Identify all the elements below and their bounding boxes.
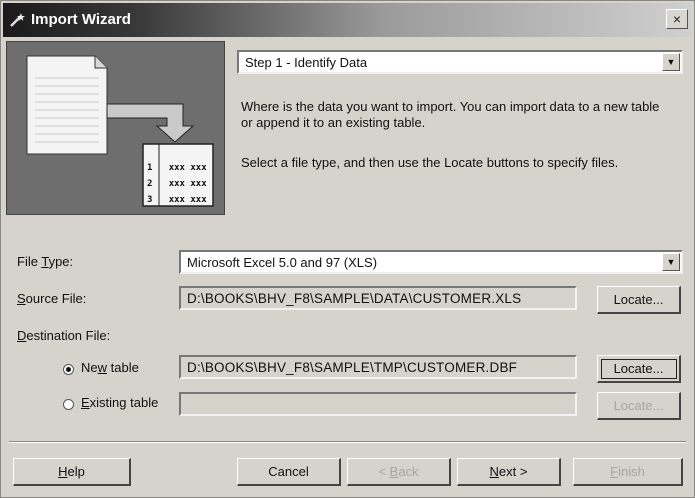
label-accelerator: w — [97, 360, 108, 375]
instructions-paragraph-1: Where is the data you want to import. Yo… — [241, 99, 660, 130]
label-part: xisting table — [89, 395, 159, 410]
destination-file-label: Destination File: — [17, 328, 110, 343]
label-part: estination File: — [26, 328, 111, 343]
label-part: ource File: — [25, 291, 87, 306]
label-accelerator: E — [81, 395, 90, 410]
label-part: elp — [67, 464, 85, 479]
label-part: File — [17, 254, 42, 269]
label-part: Ne — [81, 360, 98, 375]
row-number: 3 — [147, 195, 153, 205]
next-button[interactable]: Next > — [457, 458, 561, 486]
chevron-down-icon[interactable]: ▼ — [662, 53, 680, 71]
close-button[interactable]: × — [666, 9, 688, 29]
label-accelerator: N — [489, 464, 499, 479]
label-accelerator: S — [17, 291, 26, 306]
label-part: < — [378, 464, 390, 479]
help-button[interactable]: Help — [13, 458, 131, 486]
illustration-row: 1 xxx xxx — [147, 160, 207, 176]
divider — [9, 441, 686, 443]
illustration-table-rows: 1 xxx xxx 2 xxx xxx 3 xxx xxx — [147, 160, 207, 208]
label-part: ype: — [48, 254, 74, 269]
label-accelerator: F — [610, 464, 619, 479]
label-part: table — [107, 360, 139, 375]
wizard-wand-icon — [10, 13, 25, 27]
existing-table-label[interactable]: Existing table — [81, 395, 158, 410]
step-dropdown-value: Step 1 - Identify Data — [245, 55, 368, 70]
instructions-paragraph-2: Select a file type, and then use the Loc… — [241, 155, 619, 170]
file-type-dropdown[interactable]: Microsoft Excel 5.0 and 97 (XLS) ▼ — [179, 250, 683, 274]
file-type-label: File Type: — [17, 254, 73, 269]
cancel-button[interactable]: Cancel — [237, 458, 341, 486]
new-table-field[interactable]: D:\BOOKS\BHV_F8\SAMPLE\TMP\CUSTOMER.DBF — [179, 355, 577, 379]
chevron-down-icon[interactable]: ▼ — [662, 253, 680, 271]
row-text: xxx xxx — [168, 179, 207, 189]
new-table-radio[interactable] — [63, 364, 74, 375]
window-title: Import Wizard — [31, 11, 131, 28]
row-number: 2 — [147, 179, 153, 189]
label-accelerator: H — [58, 464, 68, 479]
new-table-label[interactable]: New table — [81, 360, 139, 375]
wizard-illustration: 1 xxx xxx 2 xxx xxx 3 xxx xxx — [6, 41, 225, 215]
title-bar[interactable]: Import Wizard × — [3, 3, 692, 37]
row-text: xxx xxx — [168, 163, 207, 173]
label-part: ack — [398, 464, 419, 479]
existing-table-locate-button[interactable]: Locate... — [597, 392, 681, 420]
file-type-value: Microsoft Excel 5.0 and 97 (XLS) — [187, 255, 378, 270]
illustration-row: 2 xxx xxx — [147, 176, 207, 192]
illustration-row: 3 xxx xxx — [147, 192, 207, 208]
label-part: inish — [618, 464, 645, 479]
source-file-value: D:\BOOKS\BHV_F8\SAMPLE\DATA\CUSTOMER.XLS — [187, 291, 522, 306]
label-accelerator: T — [41, 254, 49, 269]
row-text: xxx xxx — [168, 195, 207, 205]
source-file-field[interactable]: D:\BOOKS\BHV_F8\SAMPLE\DATA\CUSTOMER.XLS — [179, 286, 577, 310]
import-wizard-dialog: Import Wizard × 1 xxx xxx 2 xxx xxx 3 xx… — [0, 0, 695, 498]
existing-table-field[interactable] — [179, 392, 577, 416]
new-table-locate-button[interactable]: Locate... — [597, 355, 681, 383]
label-part: ext > — [498, 464, 528, 479]
step-dropdown[interactable]: Step 1 - Identify Data ▼ — [237, 50, 683, 74]
label-accelerator: D — [17, 328, 27, 343]
new-table-value: D:\BOOKS\BHV_F8\SAMPLE\TMP\CUSTOMER.DBF — [187, 360, 518, 375]
source-file-label: Source File: — [17, 291, 86, 306]
existing-table-radio[interactable] — [63, 399, 74, 410]
row-number: 1 — [147, 163, 153, 173]
back-button[interactable]: < Back — [347, 458, 451, 486]
finish-button[interactable]: Finish — [573, 458, 683, 486]
source-locate-button[interactable]: Locate... — [597, 286, 681, 314]
